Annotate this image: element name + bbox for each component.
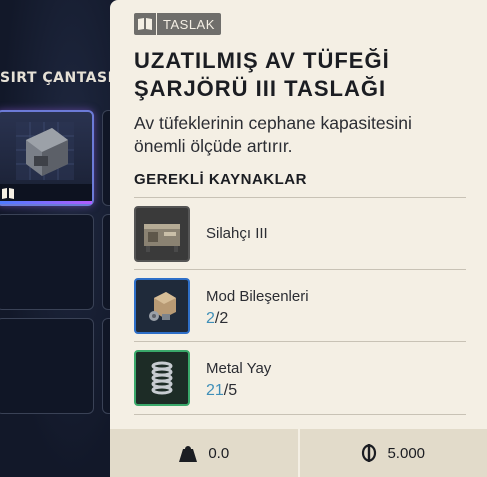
inventory-slot[interactable] <box>0 318 94 414</box>
coin-icon <box>362 444 377 462</box>
weight-icon <box>179 446 198 462</box>
requirement-row: Mod Bileşenleri 2/2 <box>134 269 466 341</box>
weight-value: 0.0 <box>208 444 230 462</box>
magazine-blueprint-icon <box>16 122 74 180</box>
item-title: UZATILMIŞ AV TÜFEĞİ ŞARJÖRÜ III TASLAĞI <box>134 48 390 101</box>
item-stats-footer: 0.0 5.000 <box>110 429 487 477</box>
item-description: Av tüfeklerinin cephane kapasitesini öne… <box>134 113 412 156</box>
requirements-list: Silahçı III Mod Bileşenleri 2/2 Metal Ya… <box>134 197 466 415</box>
open-book-icon <box>134 13 157 35</box>
requirement-name: Silahçı III <box>206 225 268 242</box>
tag-label: TASLAK <box>163 16 215 32</box>
inventory-slot-blueprint[interactable] <box>0 110 94 206</box>
requirement-name: Metal Yay <box>206 360 272 377</box>
backpack-section-label: SIRT ÇANTASI <box>0 70 114 86</box>
mod-components-icon <box>134 278 190 334</box>
blueprint-tag: TASLAK <box>134 13 221 35</box>
inventory-slot[interactable] <box>0 214 94 310</box>
weight-stat: 0.0 <box>110 429 298 477</box>
open-book-icon <box>2 188 14 199</box>
required-count: /2 <box>214 310 229 327</box>
requirement-count: 21/5 <box>206 382 237 400</box>
rarity-glow-bar <box>0 201 92 204</box>
requirement-row: Metal Yay 21/5 <box>134 341 466 415</box>
price-value: 5.000 <box>387 444 426 462</box>
requirement-row: Silahçı III <box>134 197 466 269</box>
workbench-icon <box>134 206 190 262</box>
required-resources-heading: GEREKLİ KAYNAKLAR <box>134 171 307 188</box>
owned-count: 2 <box>206 310 215 327</box>
owned-count: 21 <box>206 382 224 399</box>
required-count: /5 <box>223 382 238 399</box>
item-detail-panel: TASLAK UZATILMIŞ AV TÜFEĞİ ŞARJÖRÜ III T… <box>110 0 487 477</box>
requirement-count: 2/2 <box>206 310 228 328</box>
metal-spring-icon <box>134 350 190 406</box>
requirement-name: Mod Bileşenleri <box>206 288 309 305</box>
value-stat: 5.000 <box>300 429 487 477</box>
